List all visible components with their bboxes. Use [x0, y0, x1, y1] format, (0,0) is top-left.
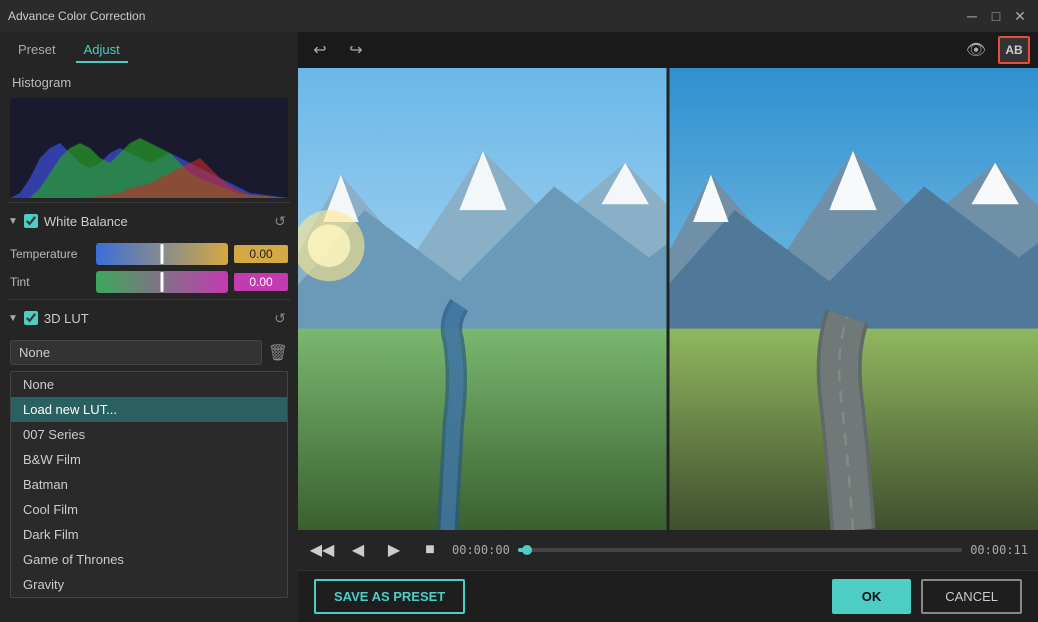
close-button[interactable]: ✕	[1010, 6, 1030, 26]
lut-delete-button[interactable]: 🗑	[268, 343, 288, 363]
tint-label: Tint	[10, 275, 90, 289]
temperature-value: 0.00	[234, 245, 288, 263]
lut-item-dark[interactable]: Dark Film	[11, 522, 287, 547]
app-title: Advance Color Correction	[8, 9, 145, 23]
white-balance-title: White Balance	[44, 214, 264, 229]
progress-bar[interactable]	[518, 548, 962, 552]
lut-3d-header[interactable]: ▼ 3D LUT ↺	[0, 302, 298, 334]
tab-bar: Preset Adjust	[0, 32, 298, 63]
skip-back-button[interactable]: ◀◀	[308, 536, 336, 564]
tint-row: Tint 0.00	[10, 271, 288, 293]
lut-dropdown[interactable]: None Load new LUT... 007 Series B&W Film…	[10, 340, 262, 365]
lut-3d-checkbox[interactable]	[24, 311, 38, 325]
lut-item-load-new[interactable]: Load new LUT...	[11, 397, 287, 422]
white-balance-chevron-icon: ▼	[8, 216, 18, 227]
white-balance-reset-icon[interactable]: ↺	[270, 211, 290, 231]
lut-item-007[interactable]: 007 Series	[11, 422, 287, 447]
tint-value: 0.00	[234, 273, 288, 291]
frame-back-button[interactable]: ◀	[344, 536, 372, 564]
lut-dropdown-row: None Load new LUT... 007 Series B&W Film…	[10, 340, 288, 365]
temperature-row: Temperature 0.00	[10, 243, 288, 265]
tab-adjust[interactable]: Adjust	[76, 38, 128, 63]
lut-chevron-icon: ▼	[8, 313, 18, 324]
tint-thumb	[161, 272, 164, 292]
tint-slider[interactable]	[96, 271, 228, 293]
maximize-button[interactable]: □	[986, 6, 1006, 26]
preview-header: ↩ ↪ 👁 AB	[298, 32, 1038, 68]
video-after-panel: after	[668, 68, 1038, 530]
lut-3d-title: 3D LUT	[44, 311, 264, 326]
title-bar: Advance Color Correction ─ □ ✕	[0, 0, 1038, 32]
lut-list: None Load new LUT... 007 Series B&W Film…	[10, 371, 288, 598]
cancel-button[interactable]: CANCEL	[921, 579, 1022, 614]
action-bar: SAVE AS PRESET OK CANCEL	[298, 570, 1038, 622]
divider-histogram	[8, 202, 290, 203]
split-divider[interactable]	[667, 68, 670, 530]
progress-dot	[522, 545, 532, 555]
tab-preset[interactable]: Preset	[10, 38, 64, 63]
play-button[interactable]: ▶	[380, 536, 408, 564]
histogram-box	[10, 98, 288, 198]
lut-item-gravity[interactable]: Gravity	[11, 572, 287, 597]
histogram-label: Histogram	[0, 71, 298, 94]
video-before-panel: before	[298, 68, 668, 530]
lut-item-none[interactable]: None	[11, 372, 287, 397]
lut-item-got[interactable]: Game of Thrones	[11, 547, 287, 572]
lut-item-batman[interactable]: Batman	[11, 472, 287, 497]
white-balance-header[interactable]: ▼ White Balance ↺	[0, 205, 298, 237]
time-current: 00:00:00	[452, 543, 510, 557]
temperature-label: Temperature	[10, 247, 90, 261]
lut-3d-reset-icon[interactable]: ↺	[270, 308, 290, 328]
lut-item-bw[interactable]: B&W Film	[11, 447, 287, 472]
left-panel: Preset Adjust Histogram ▼	[0, 32, 298, 622]
time-end: 00:00:11	[970, 543, 1028, 557]
save-preset-button[interactable]: SAVE AS PRESET	[314, 579, 465, 614]
minimize-button[interactable]: ─	[962, 6, 982, 26]
eye-icon[interactable]: 👁	[962, 36, 990, 64]
playback-controls: ◀◀ ◀ ▶ ■ 00:00:00 00:00:11	[298, 530, 1038, 570]
lut-item-cool[interactable]: Cool Film	[11, 497, 287, 522]
ok-button[interactable]: OK	[832, 579, 912, 614]
stop-button[interactable]: ■	[416, 536, 444, 564]
window-controls: ─ □ ✕	[962, 6, 1030, 26]
ok-cancel-buttons: OK CANCEL	[832, 579, 1022, 614]
video-split-container: before	[298, 68, 1038, 530]
video-preview: before	[298, 68, 1038, 530]
left-panel-scroll: Histogram ▼ White Balance ↺	[0, 63, 298, 622]
redo-button[interactable]: ↪	[342, 36, 370, 64]
ab-toggle-button[interactable]: AB	[998, 36, 1030, 64]
temperature-slider[interactable]	[96, 243, 228, 265]
main-layout: Preset Adjust Histogram ▼	[0, 32, 1038, 622]
undo-button[interactable]: ↩	[306, 36, 334, 64]
divider-wb	[8, 299, 290, 300]
white-balance-checkbox[interactable]	[24, 214, 38, 228]
temperature-thumb	[161, 244, 164, 264]
right-panel: ↩ ↪ 👁 AB before	[298, 32, 1038, 622]
